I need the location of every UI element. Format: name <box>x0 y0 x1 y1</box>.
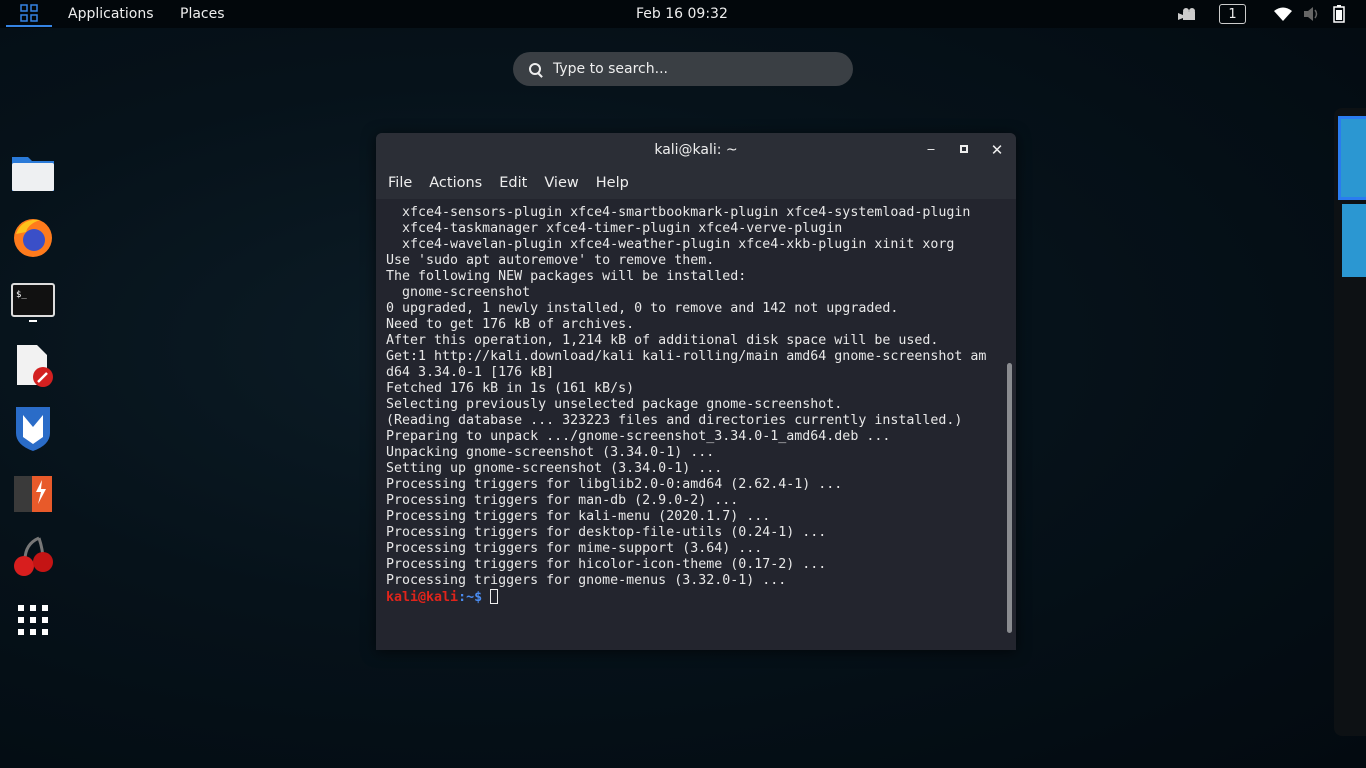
terminal-line: Processing triggers for libglib2.0-0:amd… <box>386 477 843 492</box>
title-bar[interactable]: kali@kali: ~ ‒ ✕ <box>376 133 1016 167</box>
terminal-line: Processing triggers for hicolor-icon-the… <box>386 557 827 572</box>
menu-help[interactable]: Help <box>596 175 629 191</box>
terminal-line: Need to get 176 kB of archives. <box>386 317 635 332</box>
terminal-window: kali@kali: ~ ‒ ✕ File Actions Edit View … <box>376 133 1016 650</box>
terminal-line: Processing triggers for mime-support (3.… <box>386 541 763 556</box>
volume-icon[interactable] <box>1304 0 1320 28</box>
top-bar: Applications Places Feb 16 09:32 1 <box>0 0 1366 28</box>
menu-bar: File Actions Edit View Help <box>376 167 1016 199</box>
search-placeholder: Type to search... <box>553 61 668 77</box>
terminal-line: Processing triggers for man-db (2.9.0-2)… <box>386 493 739 508</box>
terminal-output[interactable]: xfce4-sensors-plugin xfce4-smartbookmark… <box>376 199 1016 612</box>
applications-menu[interactable]: Applications <box>68 0 154 28</box>
terminal-line: xfce4-wavelan-plugin xfce4-weather-plugi… <box>386 237 955 252</box>
cherrytree-icon[interactable] <box>10 533 56 579</box>
menu-view[interactable]: View <box>544 175 578 191</box>
terminal-line: xfce4-taskmanager xfce4-timer-plugin xfc… <box>386 221 843 236</box>
terminal-line: Processing triggers for gnome-menus (3.3… <box>386 573 787 588</box>
menu-actions[interactable]: Actions <box>429 175 482 191</box>
workspace-indicator[interactable]: 1 <box>1219 4 1246 24</box>
close-icon[interactable]: ✕ <box>988 141 1006 159</box>
maximize-icon[interactable] <box>955 141 973 159</box>
workspace-switcher <box>1334 108 1366 736</box>
terminal-line: 0 upgraded, 1 newly installed, 0 to remo… <box>386 301 899 316</box>
terminal-line: Preparing to unpack .../gnome-screenshot… <box>386 429 891 444</box>
activities-button[interactable] <box>6 0 52 27</box>
prompt-path: :~$ <box>458 590 491 605</box>
show-apps-icon[interactable] <box>10 597 56 643</box>
workspace-thumbnail-2[interactable] <box>1342 204 1366 277</box>
workspace-thumbnail-1[interactable] <box>1338 116 1366 200</box>
terminal-line: Unpacking gnome-screenshot (3.34.0-1) ..… <box>386 445 715 460</box>
menu-edit[interactable]: Edit <box>499 175 527 191</box>
prompt-line: kali@kali:~$ <box>386 589 1006 606</box>
terminal-line: Selecting previously unselected package … <box>386 397 843 412</box>
menu-file[interactable]: File <box>388 175 412 191</box>
clock[interactable]: Feb 16 09:32 <box>636 0 728 28</box>
screencast-icon[interactable] <box>1178 0 1196 28</box>
prompt-user: kali@kali <box>386 590 459 605</box>
terminal-line: Use 'sudo apt autoremove' to remove them… <box>386 253 715 268</box>
battery-icon[interactable] <box>1333 0 1345 28</box>
window-title: kali@kali: ~ <box>654 142 738 158</box>
metasploit-icon[interactable] <box>10 405 56 451</box>
terminal-icon[interactable]: $_ <box>10 277 56 323</box>
terminal-line: Fetched 176 kB in 1s (161 kB/s) <box>386 381 635 396</box>
terminal-line: Get:1 http://kali.download/kali kali-rol… <box>386 349 987 364</box>
search-input[interactable]: Type to search... <box>513 52 853 86</box>
svg-text:$_: $_ <box>16 290 27 300</box>
text-cursor <box>490 589 499 604</box>
apps-grid-icon <box>20 3 38 22</box>
terminal-line: (Reading database ... 323223 files and d… <box>386 413 963 428</box>
terminal-line: Processing triggers for kali-menu (2020.… <box>386 509 771 524</box>
terminal-line: xfce4-sensors-plugin xfce4-smartbookmark… <box>386 205 971 220</box>
terminal-line: gnome-screenshot <box>386 285 531 300</box>
scrollbar[interactable] <box>1007 363 1012 633</box>
text-editor-icon[interactable] <box>10 342 56 388</box>
terminal-line: Processing triggers for desktop-file-uti… <box>386 525 827 540</box>
burpsuite-icon[interactable] <box>10 470 56 516</box>
terminal-line: The following NEW packages will be insta… <box>386 269 747 284</box>
terminal-line: d64 3.34.0-1 [176 kB] <box>386 365 555 380</box>
wifi-icon[interactable] <box>1274 0 1292 28</box>
places-menu[interactable]: Places <box>180 0 225 28</box>
firefox-icon[interactable] <box>10 214 56 260</box>
files-icon[interactable] <box>10 150 56 196</box>
terminal-line: After this operation, 1,214 kB of additi… <box>386 333 939 348</box>
terminal-line: Setting up gnome-screenshot (3.34.0-1) .… <box>386 461 723 476</box>
search-icon <box>529 63 541 75</box>
minimize-icon[interactable]: ‒ <box>922 141 940 159</box>
